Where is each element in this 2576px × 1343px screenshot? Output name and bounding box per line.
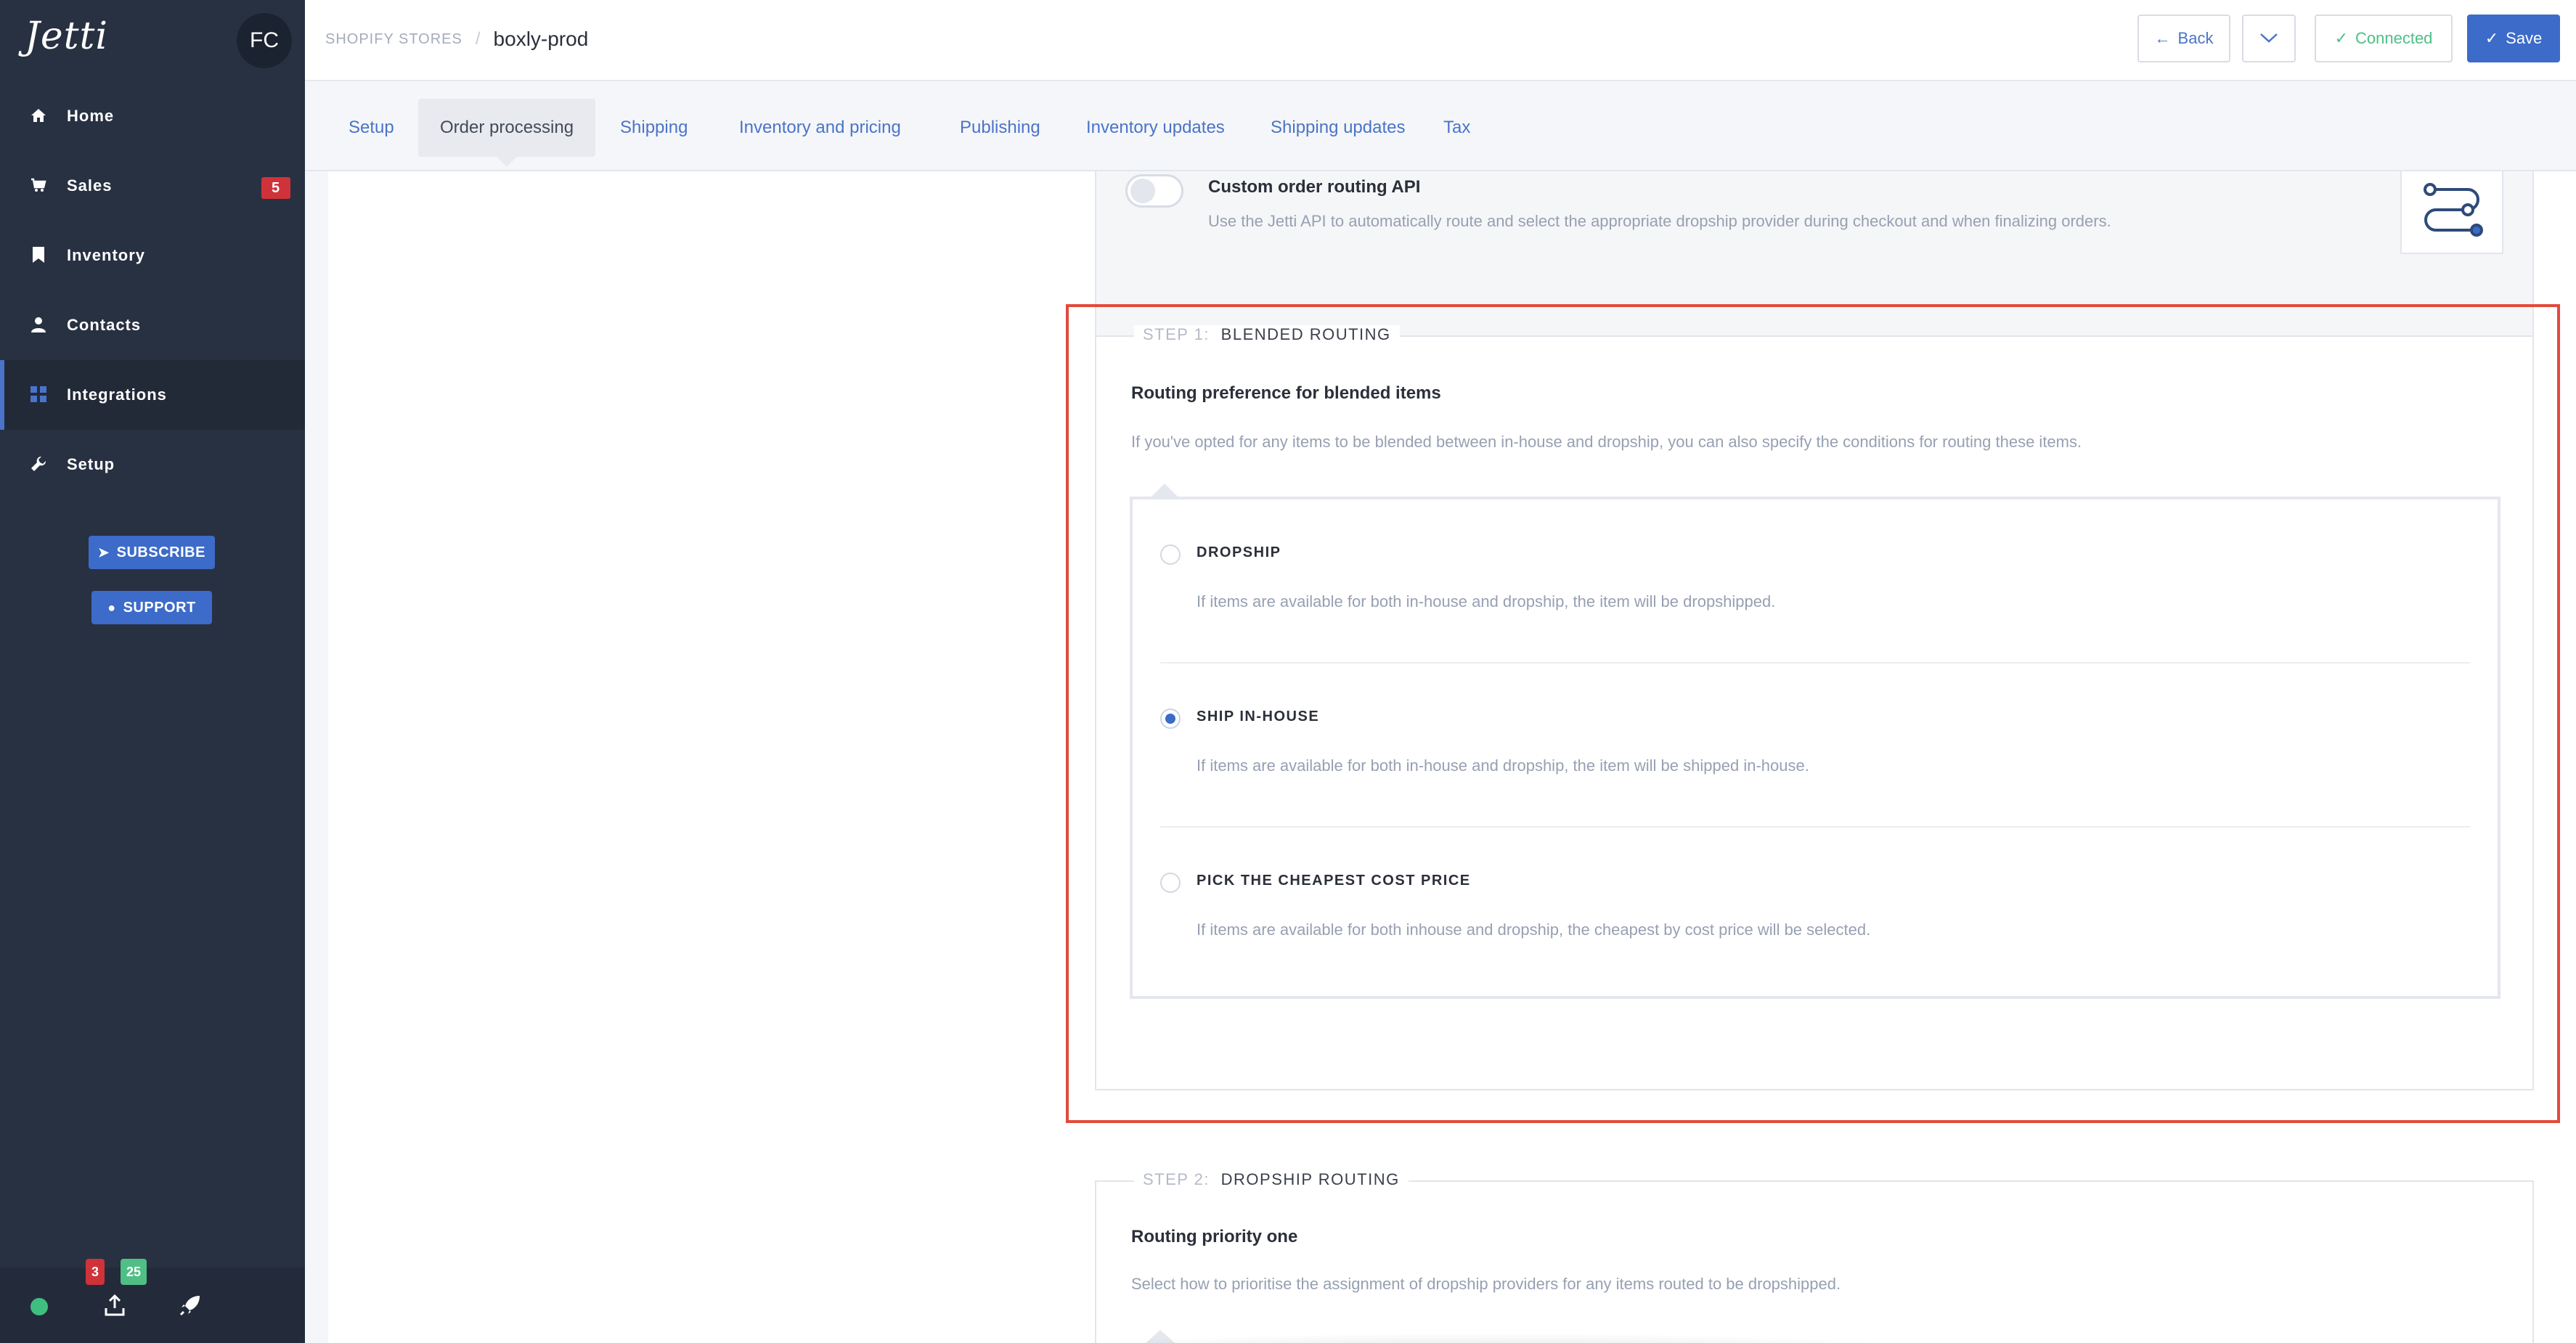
paper-plane-icon: ➤ [98, 544, 110, 560]
sidebar-item-inventory[interactable]: Inventory [0, 221, 305, 290]
sidebar-item-setup[interactable]: Setup [0, 430, 305, 499]
step2-title: Routing priority one [1131, 1227, 1298, 1246]
breadcrumb-parent-link[interactable]: SHOPIFY STORES [325, 31, 462, 48]
subscribe-label: SUBSCRIBE [116, 544, 205, 560]
sidebar-nav: Home Sales 5 Inventory Contacts Integrat… [0, 81, 305, 499]
sidebar: Jetti FC Home Sales 5 Inventory Contacts… [0, 0, 305, 1343]
jetti-logo[interactable]: Jetti [25, 15, 108, 58]
cart-icon [29, 176, 48, 195]
sales-count-badge: 5 [261, 177, 290, 199]
save-button[interactable]: ✓ Save [2467, 15, 2560, 62]
highlight-box [1066, 304, 2560, 1123]
sidebar-item-label: Home [67, 107, 115, 125]
grid-icon [29, 385, 48, 404]
connected-label: Connected [2355, 29, 2433, 47]
tab-publishing[interactable]: Publishing [938, 99, 1062, 157]
tab-order-processing[interactable]: Order processing [418, 99, 596, 167]
tab-shipping[interactable]: Shipping [598, 99, 709, 157]
checkmark-icon: ✓ [2485, 29, 2499, 47]
more-options-dropdown[interactable] [2242, 15, 2296, 62]
step2-dropship-routing: STEP 2: DROPSHIP ROUTING Routing priorit… [1095, 1170, 2534, 1343]
toggle-knob [1130, 179, 1155, 203]
breadcrumb-separator: / [475, 29, 481, 49]
person-icon [29, 315, 48, 334]
sidebar-item-sales[interactable]: Sales 5 [0, 151, 305, 221]
back-label: Back [2177, 29, 2214, 47]
step2-number: STEP 2: [1143, 1170, 1210, 1188]
home-icon [29, 106, 48, 125]
custom-api-description: Use the Jetti API to automatically route… [1208, 212, 2111, 230]
main-content: Custom order routing API Use the Jetti A… [328, 171, 2576, 1343]
tab-inventory-and-pricing[interactable]: Inventory and pricing [717, 99, 923, 157]
routing-api-icon [2400, 171, 2503, 254]
step2-name: DROPSHIP ROUTING [1220, 1170, 1400, 1188]
sidebar-item-home[interactable]: Home [0, 81, 305, 151]
subscribe-button[interactable]: ➤ SUBSCRIBE [89, 536, 215, 569]
tab-shipping-updates[interactable]: Shipping updates [1249, 99, 1427, 157]
checkmark-icon: ✓ [2334, 29, 2348, 47]
upload-count-badge: 25 [121, 1259, 147, 1285]
sidebar-item-label: Sales [67, 176, 113, 195]
rocket-icon[interactable] [177, 1292, 203, 1318]
tab-bar: Setup Order processing Shipping Inventor… [305, 81, 2576, 171]
page-title: boxly-prod [493, 28, 589, 50]
top-header: SHOPIFY STORES / boxly-prod ← Back ✓ Con… [305, 0, 2576, 81]
sidebar-item-label: Contacts [67, 316, 142, 334]
upload-icon[interactable] [102, 1292, 128, 1318]
sidebar-item-contacts[interactable]: Contacts [0, 290, 305, 360]
support-label: SUPPORT [123, 599, 196, 616]
sidebar-item-label: Integrations [67, 385, 167, 404]
sidebar-item-label: Inventory [67, 246, 146, 264]
connected-status-button[interactable]: ✓ Connected [2315, 15, 2453, 62]
save-label: Save [2506, 29, 2543, 47]
breadcrumb: SHOPIFY STORES / boxly-prod [325, 28, 588, 51]
scroll-shadow [982, 1333, 1998, 1343]
sidebar-item-label: Setup [67, 455, 115, 473]
tab-inventory-updates[interactable]: Inventory updates [1064, 99, 1247, 157]
custom-api-title: Custom order routing API [1208, 177, 1421, 197]
back-button[interactable]: ← Back [2137, 15, 2230, 62]
tab-tax[interactable]: Tax [1422, 99, 1492, 157]
custom-api-toggle[interactable] [1125, 174, 1183, 208]
connection-status-dot[interactable] [30, 1298, 48, 1315]
help-icon: ● [107, 600, 116, 615]
chevron-down-icon [2259, 29, 2278, 48]
arrow-left-icon: ← [2154, 29, 2171, 47]
step2-description: Select how to prioritise the assignment … [1131, 1275, 1841, 1293]
wrench-icon [29, 454, 48, 473]
bookmark-icon [29, 245, 48, 264]
tab-setup[interactable]: Setup [327, 99, 416, 157]
upload-error-badge: 3 [86, 1259, 105, 1285]
sidebar-item-integrations[interactable]: Integrations [0, 360, 305, 430]
support-button[interactable]: ● SUPPORT [91, 591, 212, 624]
user-avatar[interactable]: FC [237, 13, 292, 68]
step2-legend: STEP 2: DROPSHIP ROUTING [1134, 1170, 1409, 1189]
